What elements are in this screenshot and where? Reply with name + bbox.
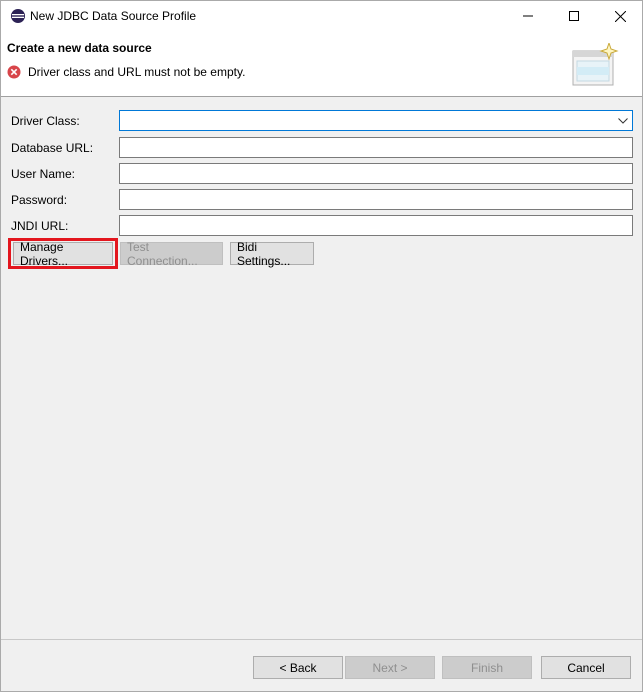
back-button[interactable]: < Back xyxy=(253,656,343,679)
chevron-down-icon[interactable] xyxy=(616,113,630,128)
user-name-label: User Name: xyxy=(11,167,76,181)
eclipse-icon xyxy=(10,8,26,24)
error-message: Driver class and URL must not be empty. xyxy=(28,65,246,79)
footer-separator xyxy=(1,639,642,640)
driver-class-combo[interactable] xyxy=(119,110,633,131)
dialog-window: New JDBC Data Source Profile Create a ne… xyxy=(0,0,643,692)
title-bar: New JDBC Data Source Profile xyxy=(1,1,642,31)
cancel-button[interactable]: Cancel xyxy=(541,656,631,679)
bidi-settings-button[interactable]: Bidi Settings... xyxy=(230,240,314,268)
test-connection-button[interactable]: Test Connection... xyxy=(120,240,223,268)
minimize-icon xyxy=(523,15,533,17)
maximize-icon xyxy=(569,11,579,21)
close-button[interactable] xyxy=(597,1,643,31)
finish-button[interactable]: Finish xyxy=(442,656,532,679)
maximize-button[interactable] xyxy=(551,1,597,31)
database-url-label: Database URL: xyxy=(11,141,94,155)
new-window-wizard-graphic xyxy=(569,41,621,91)
error-icon xyxy=(7,65,21,79)
manage-drivers-button[interactable]: Manage Drivers... xyxy=(13,240,113,268)
jndi-url-field[interactable] xyxy=(119,215,633,236)
close-icon xyxy=(614,10,626,22)
next-button[interactable]: Next > xyxy=(345,656,435,679)
minimize-button[interactable] xyxy=(505,1,551,31)
password-label: Password: xyxy=(11,193,68,207)
wizard-banner: Create a new data source Driver class an… xyxy=(1,31,642,97)
database-url-field[interactable] xyxy=(119,137,633,158)
page-title: Create a new data source xyxy=(7,41,152,55)
driver-class-label: Driver Class: xyxy=(11,114,80,128)
window-title: New JDBC Data Source Profile xyxy=(30,9,197,23)
jndi-url-label: JNDI URL: xyxy=(11,219,69,233)
password-field[interactable] xyxy=(119,189,633,210)
user-name-field[interactable] xyxy=(119,163,633,184)
